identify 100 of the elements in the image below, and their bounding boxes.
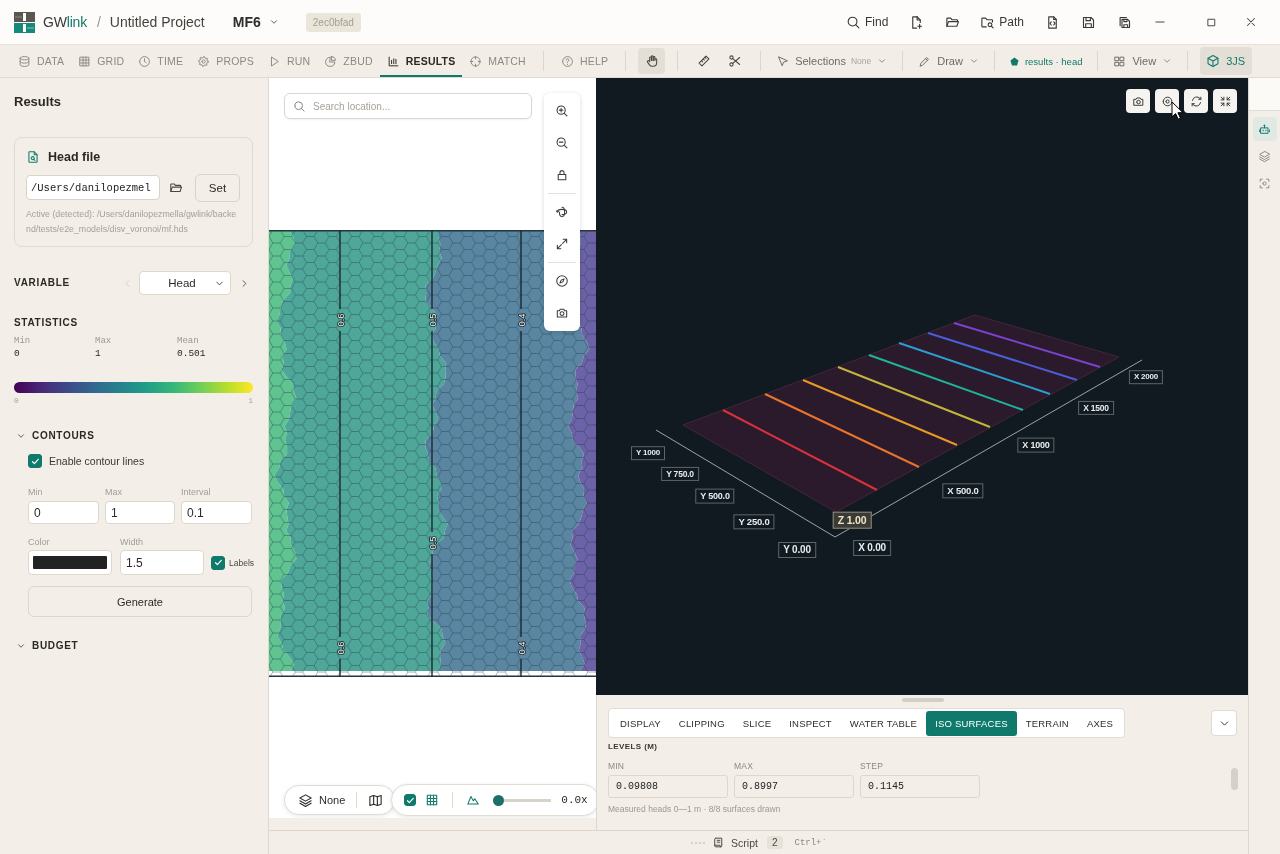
folder-search-icon bbox=[980, 14, 996, 30]
generate-button[interactable]: Generate bbox=[28, 586, 252, 617]
search-icon bbox=[845, 14, 861, 30]
stat-value: 0.501 bbox=[177, 347, 207, 360]
hand-icon bbox=[644, 54, 659, 68]
chevron-down-icon bbox=[968, 56, 979, 66]
field-label: Width bbox=[120, 537, 144, 548]
number-field[interactable]: 0 bbox=[28, 501, 99, 524]
gear-icon bbox=[197, 54, 211, 68]
field-label: MAX bbox=[734, 761, 755, 771]
camera-icon bbox=[1131, 94, 1145, 108]
number-field[interactable]: 0.8997 bbox=[734, 775, 854, 798]
stat-label: Min bbox=[14, 335, 32, 347]
pentagon-icon bbox=[1009, 56, 1019, 66]
panel-tab[interactable]: CLIPPING bbox=[669, 710, 734, 736]
scale-tick-label: 1 bbox=[248, 396, 253, 406]
script-button[interactable]: Script 2 bbox=[712, 836, 783, 849]
file-hint: Active (detected): /Users/danilopezmella/gwlink/backend/tests/e2e_models/disv_voronoi/mf.hds bbox=[26, 208, 238, 236]
checkbox-label[interactable]: Labels bbox=[229, 557, 255, 568]
chevron-down-icon bbox=[268, 17, 279, 27]
zoom-in-icon bbox=[555, 104, 569, 118]
checkbox[interactable] bbox=[28, 454, 42, 468]
variable-select[interactable]: Head bbox=[139, 271, 231, 295]
renderer-toggle[interactable]: 3JS bbox=[1200, 47, 1253, 75]
view-button[interactable] bbox=[1213, 89, 1237, 113]
panel-tab[interactable]: ISO SURFACES bbox=[926, 710, 1017, 736]
engine-dropdown[interactable]: MF6 bbox=[232, 14, 279, 30]
contour-label: 0.5 bbox=[426, 313, 438, 327]
slider-thumb[interactable] bbox=[493, 794, 505, 806]
search-field[interactable]: Search location... bbox=[284, 93, 532, 119]
project-name[interactable]: Untitled Project bbox=[109, 14, 205, 30]
contour-label: 0.6 bbox=[334, 313, 346, 327]
stat-label: Max bbox=[95, 335, 113, 347]
pie-chart-icon bbox=[324, 54, 338, 68]
panel-tab[interactable]: WATER TABLE bbox=[840, 710, 927, 736]
toolbar-button[interactable]: Find bbox=[839, 8, 895, 36]
scrollbar[interactable] bbox=[1231, 768, 1238, 790]
set-button[interactable]: Set bbox=[195, 173, 240, 202]
robot-icon bbox=[1258, 122, 1271, 136]
save-all-icon bbox=[1116, 14, 1132, 30]
panel-tab[interactable]: SLICE bbox=[733, 710, 781, 736]
scale-tick-label: 0 bbox=[14, 396, 19, 406]
section-header[interactable]: BUDGET bbox=[14, 640, 79, 652]
tool-button[interactable] bbox=[638, 48, 666, 74]
stat-label: Mean bbox=[177, 335, 200, 347]
view-button[interactable] bbox=[1126, 89, 1150, 113]
section-label: LEVELS (M) bbox=[608, 742, 659, 752]
breadcrumb-separator: / bbox=[96, 14, 101, 30]
grip-icon bbox=[690, 840, 707, 845]
view-button[interactable] bbox=[1184, 89, 1208, 113]
bar-chart-icon bbox=[386, 54, 400, 68]
number-field[interactable]: 0.1145 bbox=[860, 775, 980, 798]
section-label: VARIABLE bbox=[14, 277, 71, 289]
basemap-button[interactable]: None bbox=[295, 788, 349, 812]
contour-label: 0.4 bbox=[515, 313, 527, 327]
field-label: Interval bbox=[181, 487, 212, 498]
checkbox[interactable] bbox=[211, 555, 225, 570]
field-label: Max bbox=[105, 487, 123, 498]
scissors-icon bbox=[727, 54, 742, 68]
panel-tab[interactable]: DISPLAY bbox=[611, 710, 670, 736]
layer-chip[interactable]: results · head bbox=[1004, 48, 1088, 74]
collapse-icon bbox=[1218, 94, 1232, 108]
save-icon bbox=[1080, 14, 1096, 30]
target-icon bbox=[1160, 94, 1174, 108]
refresh-icon bbox=[1189, 94, 1203, 108]
checkbox-label[interactable]: Enable contour lines bbox=[49, 455, 145, 467]
section-header[interactable]: CONTOURS bbox=[14, 430, 95, 442]
axis-label: X 1500 bbox=[1078, 400, 1114, 416]
number-field[interactable]: 1.5 bbox=[120, 550, 204, 575]
number-field[interactable]: 0.1 bbox=[181, 501, 252, 524]
panel-tab[interactable]: AXES bbox=[1077, 710, 1123, 736]
checkbox[interactable] bbox=[404, 794, 417, 806]
grid-icon bbox=[425, 793, 440, 807]
selections-dropdown[interactable]: Selections None bbox=[771, 48, 893, 74]
pointer-icon bbox=[776, 54, 790, 68]
stat-value: 0 bbox=[14, 347, 21, 360]
rail-button[interactable] bbox=[1252, 117, 1277, 141]
draw-dropdown[interactable]: Draw bbox=[913, 48, 984, 74]
path-field[interactable]: /Users/danilopezmel bbox=[26, 175, 160, 200]
hint-text: Measured heads 0—1 m · 8/8 surfaces drawn bbox=[608, 804, 782, 814]
axis-label: Z 1.00 bbox=[832, 511, 872, 529]
toolbar-button[interactable]: Path bbox=[974, 8, 1030, 36]
grid-layout-icon bbox=[1113, 54, 1127, 68]
number-field[interactable]: 1 bbox=[105, 501, 175, 524]
axis-label: Y 500.0 bbox=[695, 488, 735, 504]
contour-label: 0.4 bbox=[515, 641, 527, 655]
drag-handle[interactable] bbox=[901, 698, 944, 702]
search-icon bbox=[293, 99, 306, 113]
stat-value: 1 bbox=[95, 347, 102, 360]
lock-icon bbox=[555, 168, 569, 182]
axis-label: X 0.00 bbox=[853, 540, 891, 556]
panel-tab[interactable]: TERRAIN bbox=[1016, 710, 1078, 736]
contour-label: 0.6 bbox=[334, 641, 346, 655]
color-field[interactable] bbox=[28, 550, 112, 575]
layers-icon bbox=[1258, 149, 1271, 163]
view-dropdown[interactable]: View bbox=[1108, 48, 1178, 74]
mountain-icon bbox=[466, 793, 481, 807]
panel-tab[interactable]: INSPECT bbox=[780, 710, 841, 736]
close-icon bbox=[1244, 15, 1258, 29]
number-field[interactable]: 0.09808 bbox=[608, 775, 728, 798]
